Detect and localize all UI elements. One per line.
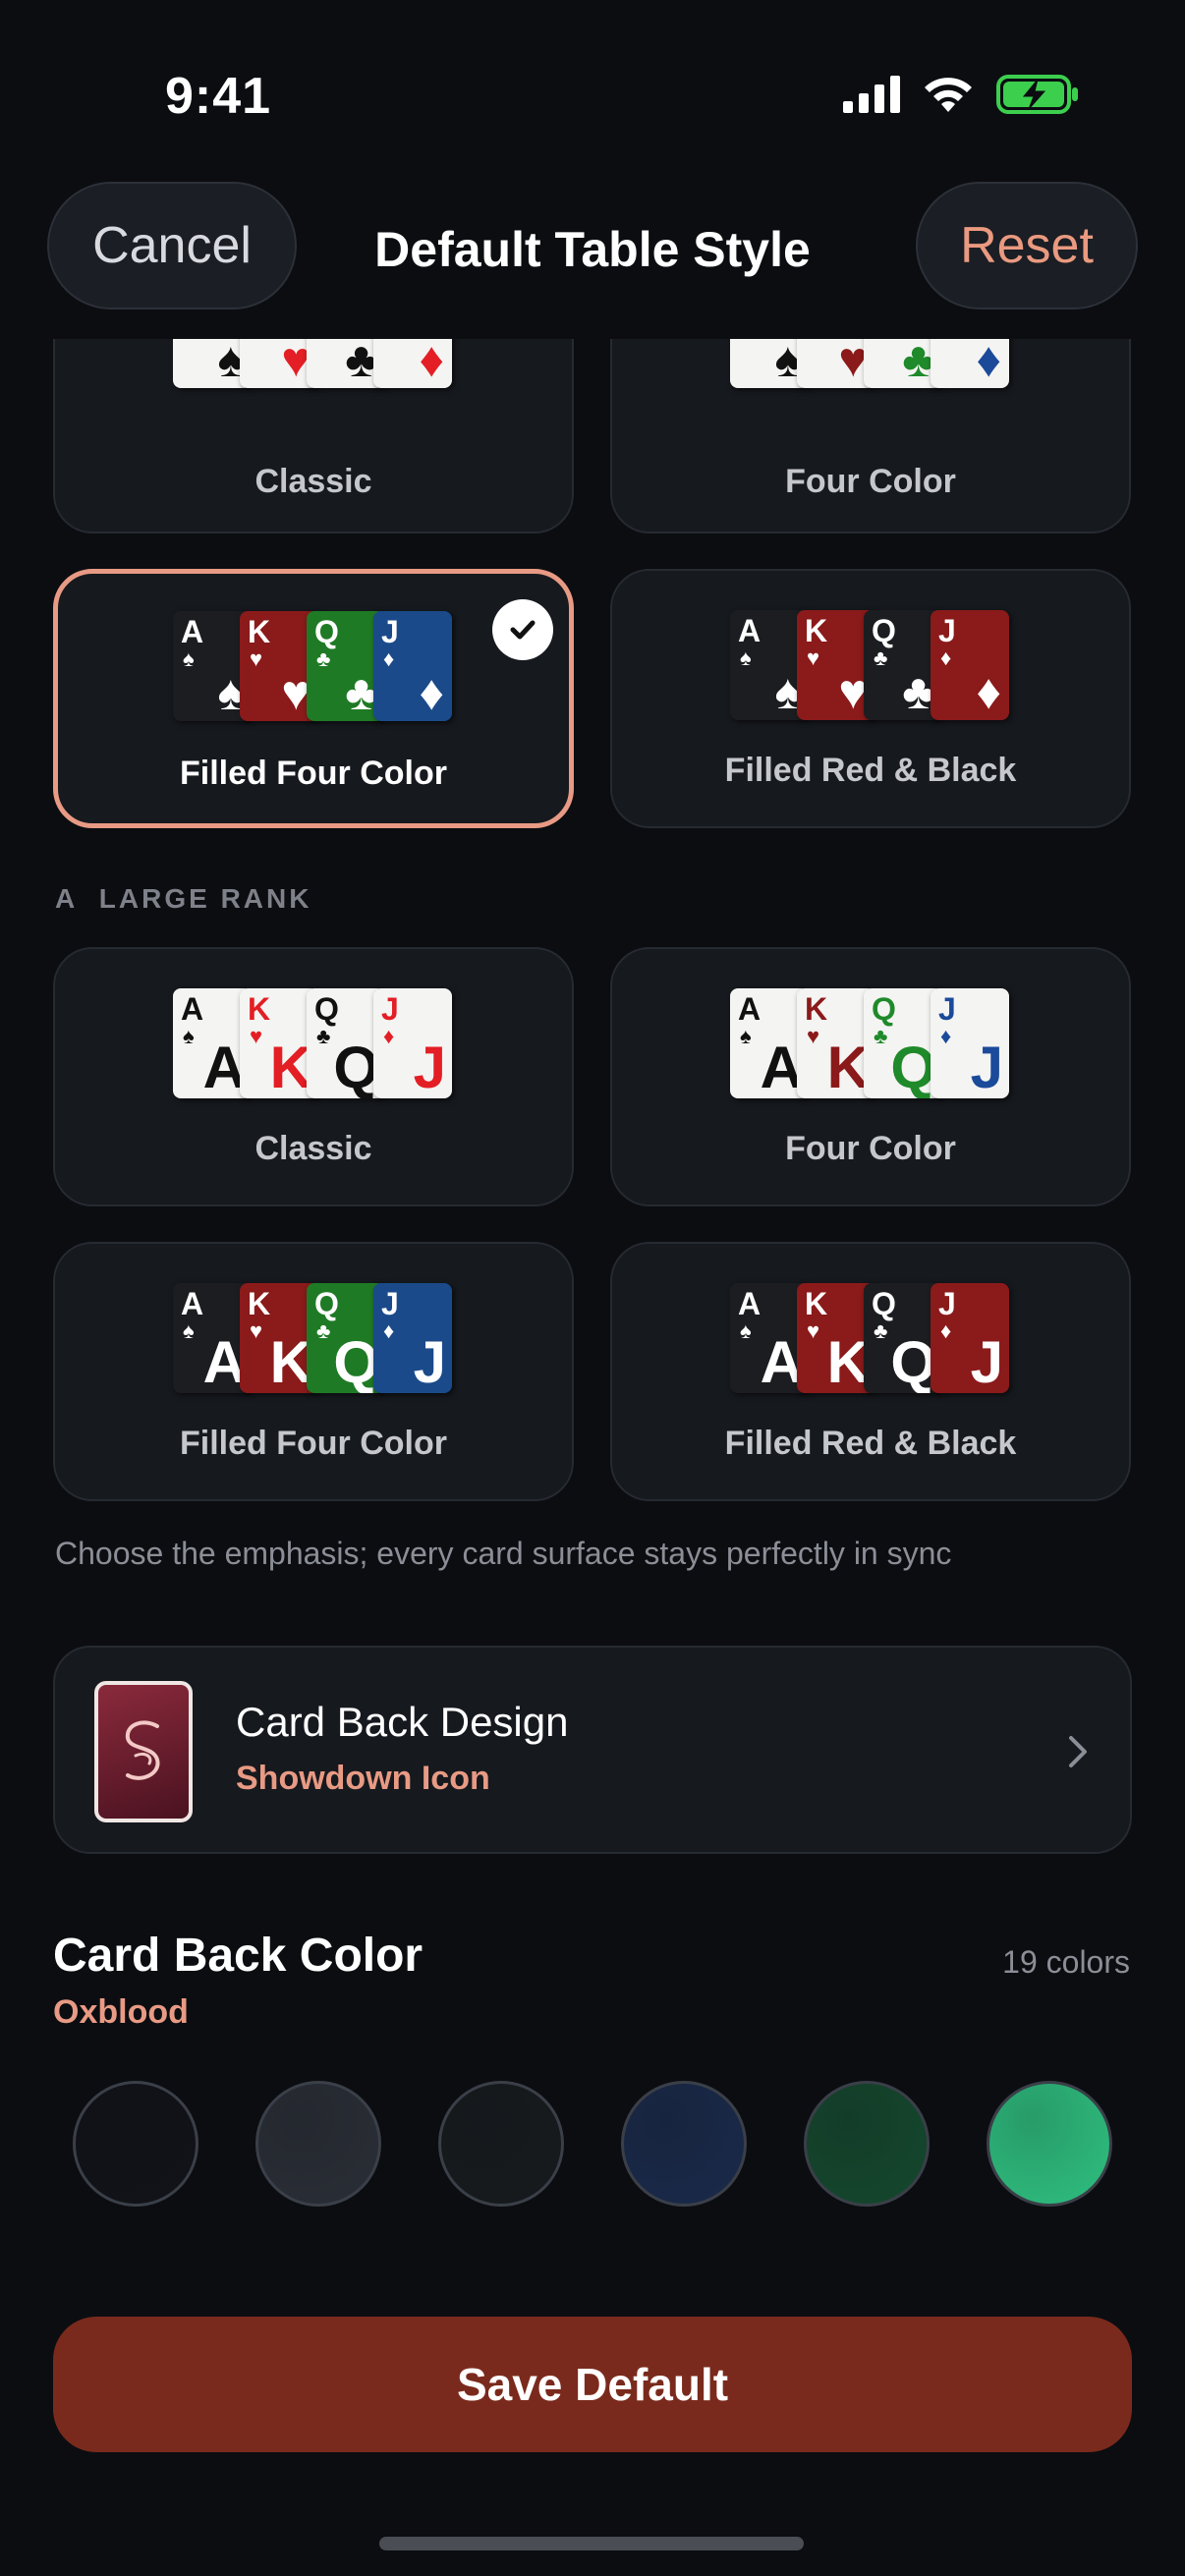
checkmark-icon xyxy=(492,599,553,660)
card-fan: A ♠ A K ♥ K Q ♣ Q J ♦ J xyxy=(730,988,1015,1098)
card-jack: J ♦ J xyxy=(931,988,1009,1098)
style-tile-filled-red-black[interactable]: A ♠ ♠ K ♥ ♥ Q ♣ ♣ J ♦ ♦ Filled Red & Black xyxy=(610,569,1131,828)
tile-label: Filled Four Color xyxy=(180,1425,447,1462)
card-back-thumbnail xyxy=(94,1681,193,1822)
tile-label: Filled Red & Black xyxy=(724,1425,1017,1462)
card-jack: J ♦ J xyxy=(931,1283,1009,1393)
card-jack: J♦♦ xyxy=(931,339,1009,388)
card-fan: A♠♠ K♥♥ Q♣♣ J♦♦ xyxy=(730,339,1015,388)
style-tile-classic[interactable]: A♠♠ K♥♥ Q♣♣ J♦♦ Classic xyxy=(53,339,574,533)
style-options-list[interactable]: A♠♠ K♥♥ Q♣♣ J♦♦ Classic A♠♠ K♥♥ Q♣♣ J♦♦ … xyxy=(0,339,1185,2304)
save-bar: Save Default xyxy=(53,2317,1132,2452)
card-jack: J♦♦ xyxy=(373,339,452,388)
card-jack: J♦♦ xyxy=(373,611,452,721)
card-jack: J♦♦ xyxy=(931,610,1009,720)
showdown-logo-icon xyxy=(125,1720,160,1780)
color-swatch[interactable] xyxy=(987,2081,1112,2207)
selected-color-name: Oxblood xyxy=(53,1993,189,2031)
card-back-design-row[interactable]: Card Back Design Showdown Icon xyxy=(53,1646,1132,1854)
color-count: 19 colors xyxy=(1002,1944,1130,1980)
tile-label: Four Color xyxy=(785,1130,956,1167)
card-fan: A ♠ A K ♥ K Q ♣ Q J ♦ J xyxy=(730,1283,1015,1393)
section-header-label: LARGE RANK xyxy=(98,883,312,914)
cellular-signal-icon xyxy=(843,76,900,113)
navigation-bar: Cancel Default Table Style Reset xyxy=(0,182,1185,314)
card-back-design-value: Showdown Icon xyxy=(236,1760,490,1797)
color-swatch[interactable] xyxy=(621,2081,747,2207)
save-default-button[interactable]: Save Default xyxy=(53,2317,1132,2452)
chevron-right-icon xyxy=(1069,1736,1087,1767)
section-header-large-rank: A LARGE RANK xyxy=(55,883,311,915)
tile-label: Four Color xyxy=(785,463,956,500)
card-fan: A ♠ A K ♥ K Q ♣ Q J ♦ J xyxy=(173,1283,458,1393)
color-swatch[interactable] xyxy=(255,2081,381,2207)
card-fan: A♠♠ K♥♥ Q♣♣ J♦♦ xyxy=(173,339,458,388)
large-rank-tile-filled-four-color[interactable]: A ♠ A K ♥ K Q ♣ Q J ♦ J Filled Four Color xyxy=(53,1242,574,1501)
card-jack: J ♦ J xyxy=(373,988,452,1098)
battery-charging-icon xyxy=(996,75,1078,114)
style-hint-text: Choose the emphasis; every card surface … xyxy=(55,1536,952,1571)
tile-label: Filled Four Color xyxy=(180,755,447,792)
home-indicator xyxy=(379,2537,804,2550)
status-icons xyxy=(843,75,1079,114)
section-header-glyph: A xyxy=(55,883,79,914)
tile-label: Classic xyxy=(254,463,372,500)
card-fan: A ♠ A K ♥ K Q ♣ Q J ♦ J xyxy=(173,988,458,1098)
card-fan: A♠♠ K♥♥ Q♣♣ J♦♦ xyxy=(730,610,1015,720)
tile-label: Filled Red & Black xyxy=(724,752,1017,789)
card-jack: J ♦ J xyxy=(373,1283,452,1393)
tile-label: Classic xyxy=(254,1130,372,1167)
status-bar: 9:41 xyxy=(0,0,1185,187)
wifi-icon xyxy=(925,78,972,112)
card-back-design-title: Card Back Design xyxy=(236,1699,569,1745)
style-tile-four-color[interactable]: A♠♠ K♥♥ Q♣♣ J♦♦ Four Color xyxy=(610,339,1131,533)
large-rank-tile-filled-red-black[interactable]: A ♠ A K ♥ K Q ♣ Q J ♦ J Filled Red & Black xyxy=(610,1242,1131,1501)
color-swatch[interactable] xyxy=(73,2081,198,2207)
large-rank-tile-four-color[interactable]: A ♠ A K ♥ K Q ♣ Q J ♦ J Four Color xyxy=(610,947,1131,1206)
card-fan: A♠♠ K♥♥ Q♣♣ J♦♦ xyxy=(173,611,458,721)
color-swatch[interactable] xyxy=(804,2081,930,2207)
large-rank-tile-classic[interactable]: A ♠ A K ♥ K Q ♣ Q J ♦ J Classic xyxy=(53,947,574,1206)
card-back-color-title: Card Back Color xyxy=(53,1930,423,1982)
reset-button[interactable]: Reset xyxy=(916,182,1138,309)
color-swatch[interactable] xyxy=(438,2081,564,2207)
style-tile-filled-four-color[interactable]: A ♠ ♠ K ♥ ♥ Q ♣ ♣ J ♦ ♦ Filled Four Color xyxy=(53,569,574,828)
status-time: 9:41 xyxy=(165,68,272,125)
